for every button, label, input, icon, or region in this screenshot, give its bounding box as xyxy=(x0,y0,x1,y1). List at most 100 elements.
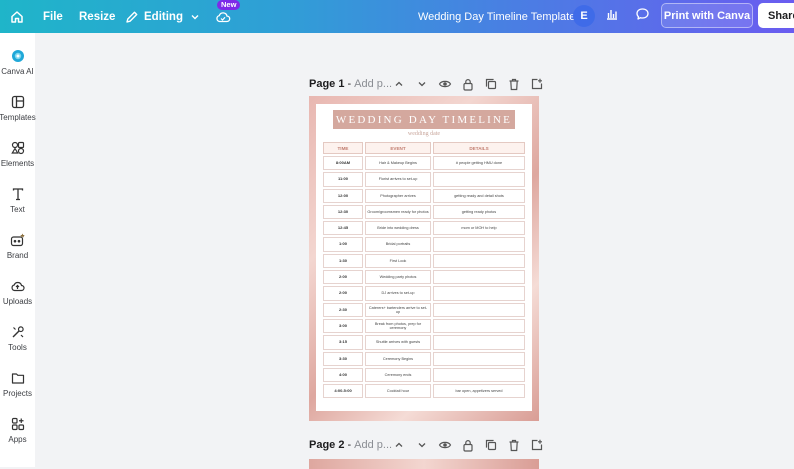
sidebar-item-apps[interactable]: Apps xyxy=(0,417,35,444)
time-cell[interactable]: 12:00 xyxy=(323,188,363,203)
chevron-down-icon[interactable] xyxy=(410,437,433,453)
table-row: 8:00AM Hair & Makeup Begins # people getti… xyxy=(323,156,525,171)
hide-page-icon[interactable] xyxy=(433,437,456,453)
event-cell[interactable]: Bridal portraits xyxy=(365,237,431,252)
details-cell[interactable]: getting ready and detail shots xyxy=(433,188,525,203)
time-cell[interactable]: 12:30 xyxy=(323,204,363,220)
sidebar-item-brand[interactable]: Brand xyxy=(0,233,35,260)
details-cell[interactable] xyxy=(433,270,525,285)
event-cell[interactable]: Hair & Makeup Begins xyxy=(365,156,431,171)
lock-icon[interactable] xyxy=(456,437,479,453)
time-cell[interactable]: 4:00-5:00 xyxy=(323,384,363,399)
hide-page-icon[interactable] xyxy=(433,76,456,92)
sidebar-item-label: Elements xyxy=(0,159,35,168)
event-cell[interactable]: Shuttle arrives with guests xyxy=(365,335,431,350)
insights-button[interactable] xyxy=(598,4,626,29)
chevron-up-icon[interactable] xyxy=(387,76,410,92)
chevron-up-icon[interactable] xyxy=(387,437,410,453)
time-cell[interactable]: 2:30 xyxy=(323,302,363,317)
column-header-event[interactable]: EVENT xyxy=(365,142,431,154)
editing-mode-dropdown[interactable]: Editing xyxy=(125,0,200,33)
file-menu[interactable]: File xyxy=(43,0,63,33)
column-header-time[interactable]: TIME xyxy=(323,142,363,154)
add-page-icon[interactable] xyxy=(525,437,548,453)
print-with-canva-button[interactable]: Print with Canva xyxy=(661,3,753,28)
details-cell[interactable] xyxy=(433,253,525,269)
chevron-down-icon[interactable] xyxy=(410,76,433,92)
time-cell[interactable]: 3:30 xyxy=(323,351,363,366)
document-title[interactable]: Wedding Day Timeline Template xyxy=(418,0,575,33)
details-cell[interactable] xyxy=(433,335,525,350)
details-cell[interactable] xyxy=(433,286,525,301)
details-cell[interactable] xyxy=(433,237,525,252)
sidebar-item-tools[interactable]: Tools xyxy=(0,325,35,352)
event-cell[interactable]: Wedding party photos xyxy=(365,270,431,285)
details-cell[interactable]: mom or MOH to help xyxy=(433,221,525,236)
avatar[interactable]: E xyxy=(573,5,595,27)
sidebar-item-projects[interactable]: Projects xyxy=(0,371,35,398)
table-row: 1:00 Bridal portraits xyxy=(323,237,525,252)
time-cell[interactable]: 3:00 xyxy=(323,318,363,334)
trash-icon[interactable] xyxy=(502,76,525,92)
elements-icon xyxy=(10,141,25,155)
sidebar-item-text[interactable]: Text xyxy=(0,187,35,214)
page-1-canvas[interactable]: WEDDING DAY TIMELINE wedding date TIME E… xyxy=(309,96,539,421)
details-cell[interactable] xyxy=(433,367,525,383)
event-cell[interactable]: Bride into wedding dress xyxy=(365,221,431,236)
sidebar-item-uploads[interactable]: Uploads xyxy=(0,279,35,306)
design-subtitle[interactable]: wedding date xyxy=(316,131,532,137)
event-cell[interactable]: Break from photos, prep for ceremony xyxy=(365,318,431,334)
sidebar-item-canva-ai[interactable]: Canva AI xyxy=(0,49,35,76)
table-row: 4:00 Ceremony ends xyxy=(323,367,525,383)
time-cell[interactable]: 3:15 xyxy=(323,335,363,350)
time-cell[interactable]: 1:00 xyxy=(323,237,363,252)
event-cell[interactable]: Ceremony ends xyxy=(365,367,431,383)
time-cell[interactable]: 2:00 xyxy=(323,270,363,285)
event-cell[interactable]: Florist arrives to set-up xyxy=(365,172,431,187)
trash-icon[interactable] xyxy=(502,437,525,453)
share-button[interactable]: Share xyxy=(758,3,794,28)
time-cell[interactable]: 1:30 xyxy=(323,253,363,269)
timeline-card[interactable]: WEDDING DAY TIMELINE wedding date TIME E… xyxy=(316,104,532,411)
column-header-details[interactable]: DETAILS xyxy=(433,142,525,154)
event-cell[interactable]: First Look xyxy=(365,253,431,269)
design-title[interactable]: WEDDING DAY TIMELINE xyxy=(333,110,515,129)
table-row: 11:00 Florist arrives to set-up xyxy=(323,172,525,187)
event-cell[interactable]: Cocktail hour xyxy=(365,384,431,399)
time-cell[interactable]: 11:00 xyxy=(323,172,363,187)
details-cell[interactable] xyxy=(433,302,525,317)
duplicate-page-icon[interactable] xyxy=(479,76,502,92)
canva-ai-icon xyxy=(11,49,25,63)
time-cell[interactable]: 12:45 xyxy=(323,221,363,236)
table-row: 12:00 Photographer arrives getting ready a… xyxy=(323,188,525,203)
sidebar-item-templates[interactable]: Templates xyxy=(0,95,36,122)
time-cell[interactable]: 8:00AM xyxy=(323,156,363,171)
table-row: 12:45 Bride into wedding dress mom or MOH … xyxy=(323,221,525,236)
page-2-canvas[interactable] xyxy=(309,459,539,469)
details-cell[interactable]: getting ready photos xyxy=(433,204,525,220)
event-cell[interactable]: DJ arrives to set-up xyxy=(365,286,431,301)
event-cell[interactable]: Groom/groomsmen ready for photos xyxy=(365,204,431,220)
comments-button[interactable] xyxy=(628,4,656,29)
resize-button[interactable]: Resize xyxy=(79,0,115,33)
time-cell[interactable]: 4:00 xyxy=(323,367,363,383)
details-cell[interactable] xyxy=(433,172,525,187)
add-page-icon[interactable] xyxy=(525,76,548,92)
lock-icon[interactable] xyxy=(456,76,479,92)
table-header-row: TIME EVENT DETAILS xyxy=(323,142,525,154)
sidebar-item-label: Apps xyxy=(8,435,27,444)
event-cell[interactable]: Caterers+ bartenders arrive to set-up xyxy=(365,302,431,317)
page-actions xyxy=(387,76,548,92)
details-cell[interactable]: bar open, appetizers served xyxy=(433,384,525,399)
duplicate-page-icon[interactable] xyxy=(479,437,502,453)
sidebar-item-elements[interactable]: Elements xyxy=(0,141,35,168)
event-cell[interactable]: Ceremony Begins xyxy=(365,351,431,366)
details-cell[interactable] xyxy=(433,318,525,334)
sidebar-item-label: Templates xyxy=(0,113,36,122)
details-cell[interactable] xyxy=(433,351,525,366)
details-cell[interactable]: # people getting HMU done xyxy=(433,156,525,171)
time-cell[interactable]: 2:00 xyxy=(323,286,363,301)
timeline-table[interactable]: TIME EVENT DETAILS 8:00AM Hair & Makeup B… xyxy=(321,140,527,400)
event-cell[interactable]: Photographer arrives xyxy=(365,188,431,203)
home-button[interactable] xyxy=(10,0,24,33)
